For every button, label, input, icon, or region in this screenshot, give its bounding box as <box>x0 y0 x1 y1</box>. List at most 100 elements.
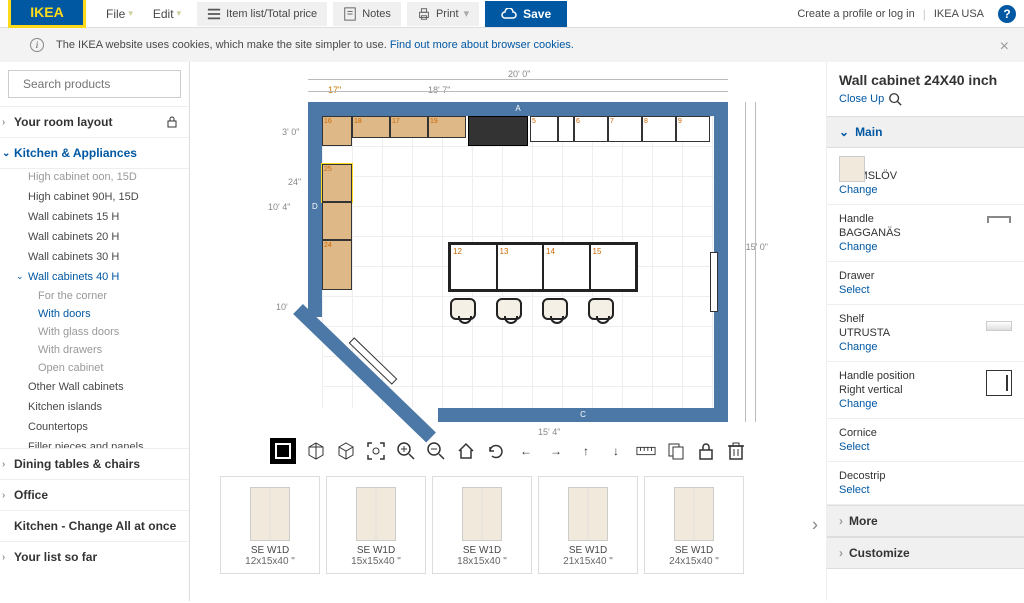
ruler-icon[interactable] <box>636 441 656 461</box>
tree-sub-item[interactable]: With drawers <box>10 341 189 359</box>
section-main[interactable]: ⌄Main <box>827 116 1024 148</box>
cabinet[interactable] <box>322 202 352 240</box>
product-card[interactable]: SE W1D24x15x40 " <box>644 476 744 574</box>
view-cube-icon[interactable] <box>336 441 356 461</box>
tree-item[interactable]: Wall cabinets 20 H <box>10 227 189 247</box>
country-link[interactable]: IKEA USA <box>926 8 992 20</box>
chevron-right-icon: › <box>2 459 5 470</box>
cookie-link[interactable]: Find out more about browser cookies. <box>390 39 574 51</box>
chevron-down-icon: ⌄ <box>839 125 849 139</box>
tree-sub-item[interactable]: For the corner <box>10 287 189 305</box>
menu-file[interactable]: File▾ <box>96 3 143 25</box>
help-icon[interactable]: ? <box>998 5 1016 23</box>
stool[interactable] <box>542 298 568 320</box>
prop-action-link[interactable]: Select <box>839 484 885 496</box>
notes-button[interactable]: Notes <box>333 2 401 26</box>
closeup-link[interactable]: Close Up <box>827 92 1024 116</box>
zoom-fit-icon[interactable] <box>366 441 386 461</box>
tree-item[interactable]: Countertops <box>10 417 189 437</box>
chevron-right-icon: › <box>2 490 5 501</box>
cabinet[interactable]: 9 <box>676 116 710 142</box>
dimension-label: 24" <box>288 177 301 187</box>
save-button[interactable]: Save <box>485 1 567 27</box>
cabinet[interactable]: 7 <box>608 116 642 142</box>
chevron-down-icon: ▾ <box>177 8 182 19</box>
kitchen-island[interactable]: 12 13 14 15 <box>448 242 638 292</box>
prop-label: Handle <box>839 213 901 225</box>
ikea-logo[interactable]: IKEA <box>8 0 86 28</box>
tree-item-selected[interactable]: ⌄Wall cabinets 40 H <box>10 267 189 287</box>
prop-action-link[interactable]: Change <box>839 398 915 410</box>
prop-action-link[interactable]: Change <box>839 341 890 353</box>
properties-panel: Wall cabinet 24X40 inch Close Up ⌄Main F… <box>826 62 1024 601</box>
tree-item[interactable]: Wall cabinets 30 H <box>10 247 189 267</box>
arrow-up-icon[interactable]: ↑ <box>576 441 596 461</box>
prop-action-link[interactable]: Change <box>839 241 901 253</box>
tree-item[interactable]: High cabinet 90H, 15D <box>10 187 189 207</box>
arrow-down-icon[interactable]: ↓ <box>606 441 626 461</box>
acc-kitchen[interactable]: ⌄Kitchen & Appliances <box>0 137 189 168</box>
cabinet[interactable]: 18 <box>352 116 390 138</box>
floorplan-canvas[interactable]: 20' 0" 17" 18' 7" 15' 0" 10' 4" 15' 4" 3… <box>190 62 826 432</box>
prop-thumb <box>986 321 1012 331</box>
search-box[interactable] <box>8 70 181 98</box>
cabinet[interactable]: 16 <box>322 116 352 146</box>
prop-action-link[interactable]: Change <box>839 184 897 196</box>
acc-room-layout[interactable]: ›Your room layout <box>0 106 189 137</box>
product-card[interactable]: SE W1D21x15x40 " <box>538 476 638 574</box>
prop-action-link[interactable]: Select <box>839 441 877 453</box>
acc-your-list[interactable]: ›Your list so far <box>0 541 189 572</box>
stool[interactable] <box>450 298 476 320</box>
home-icon[interactable] <box>456 441 476 461</box>
product-card[interactable]: SE W1D15x15x40 " <box>326 476 426 574</box>
stool[interactable] <box>496 298 522 320</box>
tree-item[interactable]: Other Wall cabinets <box>10 377 189 397</box>
acc-dining[interactable]: ›Dining tables & chairs <box>0 448 189 479</box>
door[interactable] <box>710 252 718 312</box>
lock-icon[interactable] <box>696 441 716 461</box>
zoom-out-icon[interactable] <box>426 441 446 461</box>
canvas-area: 20' 0" 17" 18' 7" 15' 0" 10' 4" 15' 4" 3… <box>190 62 826 601</box>
cabinet[interactable]: 17 <box>390 116 428 138</box>
chevron-down-icon: ▾ <box>128 8 133 19</box>
tree-sub-item[interactable]: Open cabinet <box>10 359 189 377</box>
cabinet[interactable]: 6 <box>574 116 608 142</box>
cabinet[interactable]: 19 <box>428 116 466 138</box>
search-input[interactable] <box>23 77 178 91</box>
profile-link[interactable]: Create a profile or log in <box>789 8 922 20</box>
stool[interactable] <box>588 298 614 320</box>
cabinet[interactable]: 8 <box>642 116 676 142</box>
cabinet-selected[interactable]: 25 <box>322 164 352 202</box>
appliance[interactable] <box>468 116 528 146</box>
arrow-right-icon[interactable]: → <box>546 441 566 461</box>
acc-change-all[interactable]: Kitchen - Change All at once <box>0 510 189 541</box>
arrow-left-icon[interactable]: ← <box>516 441 536 461</box>
tree-sub-item[interactable]: With glass doors <box>10 323 189 341</box>
tree-item[interactable]: Kitchen islands <box>10 397 189 417</box>
tree-item[interactable]: High cabinet oon, 15D <box>10 168 189 187</box>
copy-icon[interactable] <box>666 441 686 461</box>
cabinet[interactable]: 5 <box>530 116 558 142</box>
product-card[interactable]: SE W1D12x15x40 " <box>220 476 320 574</box>
tree-item[interactable]: Filler pieces and panels <box>10 437 189 448</box>
section-more[interactable]: ›More <box>827 505 1024 537</box>
close-icon[interactable]: × <box>1000 38 1009 56</box>
undo-icon[interactable] <box>486 441 506 461</box>
view-2d-icon[interactable] <box>270 438 296 464</box>
trash-icon[interactable] <box>726 441 746 461</box>
chevron-right-icon[interactable]: › <box>812 515 818 536</box>
product-card[interactable]: SE W1D18x15x40 " <box>432 476 532 574</box>
cabinet[interactable]: 24 <box>322 240 352 290</box>
acc-office[interactable]: ›Office <box>0 479 189 510</box>
tree-sub-item[interactable]: With doors <box>10 305 189 323</box>
itemlist-button[interactable]: Item list/Total price <box>197 2 327 26</box>
prop-action-link[interactable]: Select <box>839 284 874 296</box>
tree-item[interactable]: Wall cabinets 15 H <box>10 207 189 227</box>
view-3d-icon[interactable] <box>306 441 326 461</box>
print-button[interactable]: Print▾ <box>407 2 479 26</box>
menu-edit[interactable]: Edit▾ <box>143 3 191 25</box>
room-outline: A D C 16 18 17 19 5 6 7 <box>308 102 728 422</box>
zoom-in-icon[interactable] <box>396 441 416 461</box>
section-customize[interactable]: ›Customize <box>827 537 1024 569</box>
cabinet[interactable] <box>558 116 574 142</box>
